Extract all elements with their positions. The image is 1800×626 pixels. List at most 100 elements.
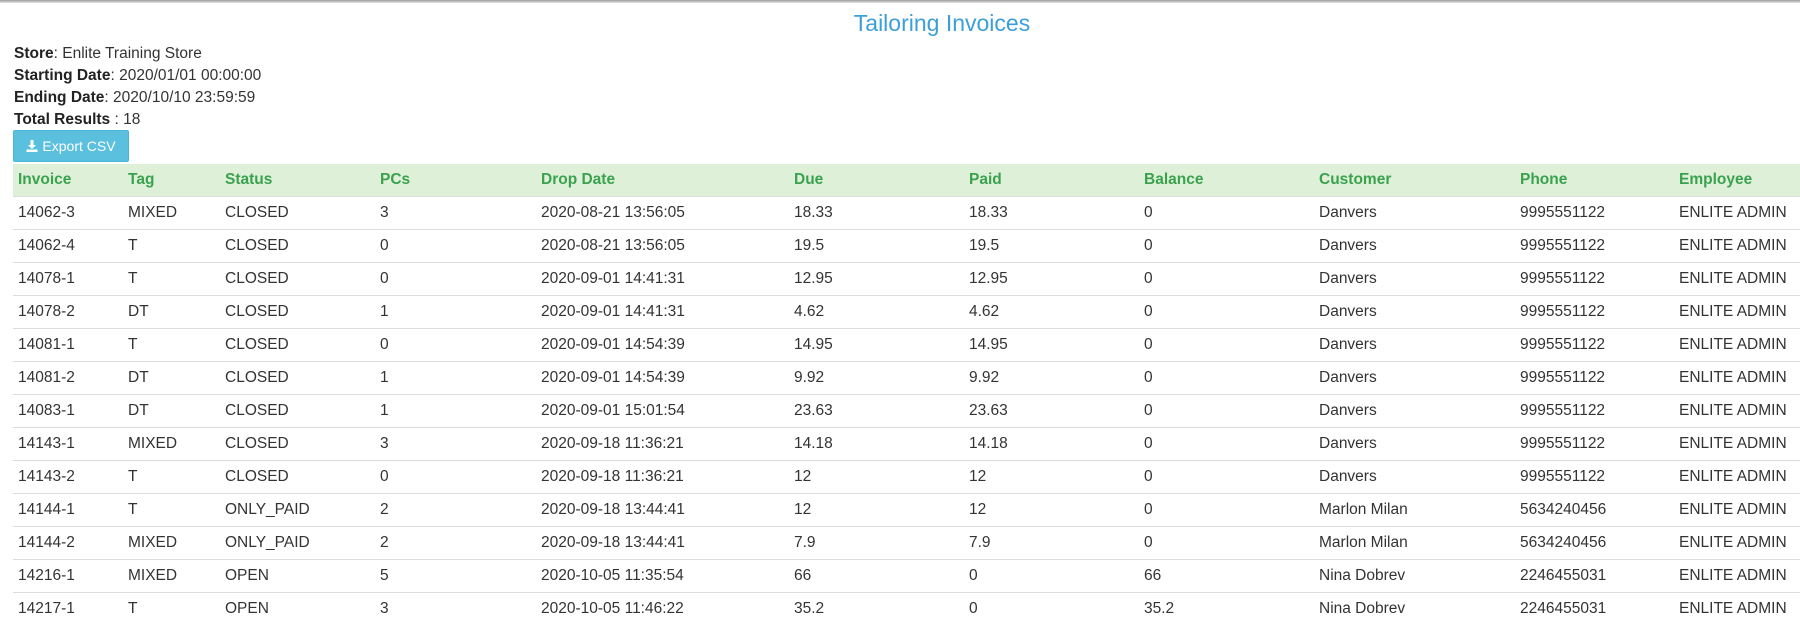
- report-page: Tailoring Invoices Store: Enlite Trainin…: [0, 0, 1800, 626]
- column-header-employee[interactable]: Employee: [1674, 164, 1800, 197]
- end-date-line: Ending Date: 2020/10/10 23:59:59: [14, 87, 261, 109]
- column-header-due[interactable]: Due: [789, 164, 964, 197]
- cell-paid: 12: [964, 460, 1139, 494]
- top-border: [0, 0, 1800, 3]
- column-header-balance[interactable]: Balance: [1139, 164, 1314, 197]
- table-header: Invoice Tag Status PCs Drop Date Due Paid Balan…: [13, 164, 1800, 197]
- cell-tag: DT: [123, 361, 220, 395]
- column-header-phone[interactable]: Phone: [1515, 164, 1674, 197]
- total-results-value: : 18: [110, 111, 141, 128]
- cell-drop-date: 2020-09-01 14:41:31: [536, 295, 789, 329]
- cell-status: CLOSED: [220, 196, 375, 230]
- cell-paid: 23.63: [964, 394, 1139, 428]
- cell-balance: 0: [1139, 262, 1314, 296]
- cell-due: 35.2: [789, 592, 964, 625]
- cell-invoice: 14062-3: [13, 196, 123, 230]
- cell-drop-date: 2020-09-18 11:36:21: [536, 427, 789, 461]
- cell-status: CLOSED: [220, 427, 375, 461]
- cell-paid: 18.33: [964, 196, 1139, 230]
- cell-customer: Nina Dobrev: [1314, 592, 1515, 625]
- cell-employee: ENLITE ADMIN: [1674, 328, 1800, 362]
- table-body: 14062-3 MIXED CLOSED 3 2020-08-21 13:56:05 18…: [13, 196, 1800, 625]
- cell-balance: 0: [1139, 196, 1314, 230]
- cell-drop-date: 2020-09-01 14:41:31: [536, 262, 789, 296]
- cell-tag: T: [123, 328, 220, 362]
- cell-invoice: 14217-1: [13, 592, 123, 625]
- store-line: Store: Enlite Training Store: [14, 43, 261, 65]
- cell-phone: 9995551122: [1515, 427, 1674, 461]
- cell-customer: Marlon Milan: [1314, 493, 1515, 527]
- column-header-pcs[interactable]: PCs: [375, 164, 536, 197]
- cell-status: OPEN: [220, 559, 375, 593]
- cell-paid: 19.5: [964, 229, 1139, 263]
- cell-employee: ENLITE ADMIN: [1674, 361, 1800, 395]
- cell-invoice: 14062-4: [13, 229, 123, 263]
- cell-drop-date: 2020-09-18 13:44:41: [536, 526, 789, 560]
- cell-due: 12: [789, 460, 964, 494]
- cell-pcs: 3: [375, 592, 536, 625]
- cell-employee: ENLITE ADMIN: [1674, 394, 1800, 428]
- export-csv-button[interactable]: Export CSV: [13, 130, 129, 162]
- cell-paid: 12: [964, 493, 1139, 527]
- table-row: 14144-2 MIXED ONLY_PAID 2 2020-09-18 13:44:4…: [13, 526, 1800, 560]
- start-date-label: Starting Date: [14, 67, 111, 84]
- column-header-paid[interactable]: Paid: [964, 164, 1139, 197]
- cell-drop-date: 2020-10-05 11:46:22: [536, 592, 789, 625]
- cell-customer: Danvers: [1314, 196, 1515, 230]
- cell-invoice: 14081-1: [13, 328, 123, 362]
- cell-phone: 9995551122: [1515, 295, 1674, 329]
- cell-phone: 9995551122: [1515, 229, 1674, 263]
- header-row: Invoice Tag Status PCs Drop Date Due Paid Balan…: [13, 164, 1800, 197]
- cell-due: 18.33: [789, 196, 964, 230]
- cell-status: CLOSED: [220, 361, 375, 395]
- cell-tag: MIXED: [123, 526, 220, 560]
- cell-phone: 2246455031: [1515, 592, 1674, 625]
- table-row: 14083-1 DT CLOSED 1 2020-09-01 15:01:54 23.63…: [13, 394, 1800, 428]
- cell-invoice: 14144-2: [13, 526, 123, 560]
- cell-drop-date: 2020-09-01 15:01:54: [536, 394, 789, 428]
- table-row: 14217-1 T OPEN 3 2020-10-05 11:46:22 35.2 0 35.…: [13, 592, 1800, 625]
- cell-balance: 0: [1139, 295, 1314, 329]
- cell-tag: DT: [123, 295, 220, 329]
- cell-invoice: 14081-2: [13, 361, 123, 395]
- cell-phone: 5634240456: [1515, 493, 1674, 527]
- cell-status: OPEN: [220, 592, 375, 625]
- cell-due: 12: [789, 493, 964, 527]
- cell-status: CLOSED: [220, 262, 375, 296]
- cell-pcs: 0: [375, 262, 536, 296]
- cell-pcs: 2: [375, 493, 536, 527]
- cell-drop-date: 2020-09-18 13:44:41: [536, 493, 789, 527]
- cell-tag: T: [123, 592, 220, 625]
- cell-drop-date: 2020-09-01 14:54:39: [536, 328, 789, 362]
- column-header-invoice[interactable]: Invoice: [13, 164, 123, 197]
- cell-invoice: 14143-2: [13, 460, 123, 494]
- cell-drop-date: 2020-08-21 13:56:05: [536, 229, 789, 263]
- column-header-tag[interactable]: Tag: [123, 164, 220, 197]
- cell-balance: 0: [1139, 328, 1314, 362]
- cell-phone: 9995551122: [1515, 328, 1674, 362]
- table-row: 14081-1 T CLOSED 0 2020-09-01 14:54:39 14.95 1…: [13, 328, 1800, 362]
- cell-employee: ENLITE ADMIN: [1674, 559, 1800, 593]
- cell-balance: 0: [1139, 394, 1314, 428]
- column-header-customer[interactable]: Customer: [1314, 164, 1515, 197]
- cell-tag: T: [123, 262, 220, 296]
- cell-balance: 35.2: [1139, 592, 1314, 625]
- cell-balance: 0: [1139, 526, 1314, 560]
- cell-phone: 9995551122: [1515, 196, 1674, 230]
- cell-due: 7.9: [789, 526, 964, 560]
- cell-phone: 9995551122: [1515, 460, 1674, 494]
- cell-due: 23.63: [789, 394, 964, 428]
- cell-paid: 14.95: [964, 328, 1139, 362]
- table-row: 14216-1 MIXED OPEN 5 2020-10-05 11:35:54 66 0 6…: [13, 559, 1800, 593]
- cell-employee: ENLITE ADMIN: [1674, 295, 1800, 329]
- total-results-label: Total Results: [14, 111, 111, 128]
- cell-pcs: 2: [375, 526, 536, 560]
- column-header-status[interactable]: Status: [220, 164, 375, 197]
- cell-paid: 14.18: [964, 427, 1139, 461]
- cell-customer: Danvers: [1314, 427, 1515, 461]
- column-header-drop-date[interactable]: Drop Date: [536, 164, 789, 197]
- cell-balance: 0: [1139, 493, 1314, 527]
- cell-paid: 9.92: [964, 361, 1139, 395]
- cell-phone: 9995551122: [1515, 361, 1674, 395]
- cell-pcs: 1: [375, 295, 536, 329]
